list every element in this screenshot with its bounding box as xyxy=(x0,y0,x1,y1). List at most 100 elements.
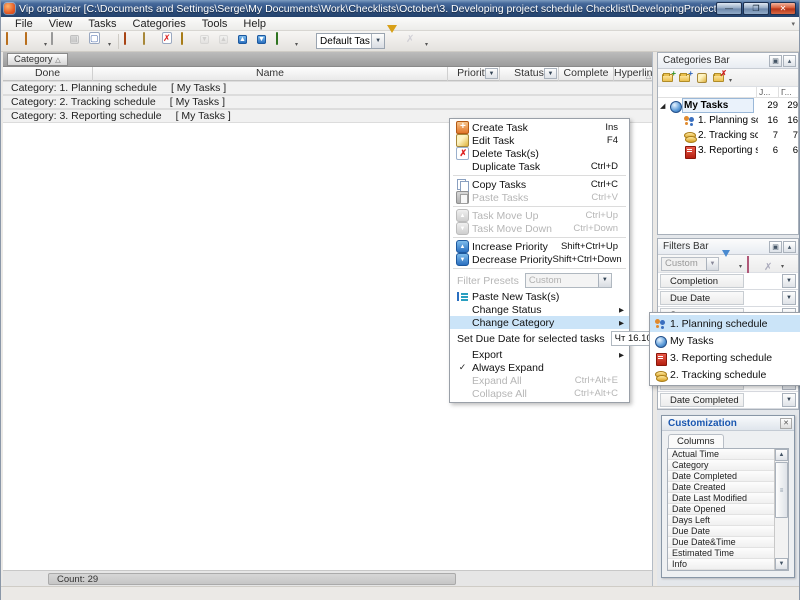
create-task-icon[interactable] xyxy=(124,33,141,50)
menu-item[interactable]: Tools xyxy=(194,17,236,31)
close-database-icon[interactable] xyxy=(51,33,68,50)
tab-columns[interactable]: Columns xyxy=(668,434,724,448)
context-menu-item[interactable]: ✓ Paste New Task(s) ▼ ▶ xyxy=(450,290,629,303)
submenu-item[interactable]: 1. Planning schedule xyxy=(650,315,800,332)
delete-filter-icon[interactable]: ✗ xyxy=(764,257,778,270)
panel-collapse-icon[interactable]: ▴ xyxy=(783,55,796,67)
context-menu-item[interactable]: ✓ Filter Presets Custom▼ ▶ xyxy=(450,271,629,290)
task-toolbar-overflow-icon[interactable]: ▾ xyxy=(295,41,298,48)
customization-close-icon[interactable]: ✕ xyxy=(780,418,792,429)
filter-value-dropdown-icon[interactable]: ▼ xyxy=(782,393,796,407)
open-database-dropdown-icon[interactable]: ▾ xyxy=(44,41,47,48)
submenu-item[interactable]: 2. Tracking schedule xyxy=(650,366,800,383)
category-tree-row[interactable]: ◢ My Tasks 29 29 xyxy=(658,98,798,113)
clear-filter-icon[interactable] xyxy=(747,257,761,270)
menubar-overflow-icon[interactable]: ▾ xyxy=(791,20,795,28)
context-menu-item[interactable]: ▲✓ Increase Priority ▼ Shift+Ctrl+Up ▶ xyxy=(450,240,629,253)
open-database-icon[interactable] xyxy=(25,33,42,50)
category-header-row[interactable]: Category: 2. Tracking schedule[ My Tasks… xyxy=(3,95,652,109)
context-menu-item[interactable]: ✓ Change Category ▼ ▶ xyxy=(450,316,629,329)
print-preview-icon[interactable]: ▢ xyxy=(89,33,106,50)
tree-expander-icon[interactable]: ◢ xyxy=(660,102,669,110)
apply-filter-icon[interactable] xyxy=(722,257,736,270)
categories-toolbar-overflow-icon[interactable]: ▾ xyxy=(729,77,732,84)
context-menu-item[interactable]: ✓ Export ▼ ▶ xyxy=(450,348,629,361)
menu-item[interactable]: Tasks xyxy=(80,17,124,31)
columns-scrollbar[interactable]: ▲ ≡ ▼ xyxy=(774,449,788,570)
context-menu-item[interactable]: ✓ Delete Task(s) ▼ ▶ xyxy=(450,147,629,160)
filters-toolbar-overflow-icon[interactable]: ▾ xyxy=(781,263,784,270)
menu-item[interactable]: Categories xyxy=(125,17,194,31)
column-list-item[interactable]: Due Date xyxy=(668,526,774,537)
column-list-item[interactable]: Info xyxy=(668,559,774,570)
restore-button[interactable]: ❐ xyxy=(743,2,769,15)
task-move-down-icon[interactable]: ▼ xyxy=(200,33,217,50)
close-button[interactable]: ✕ xyxy=(770,2,796,15)
context-menu-item[interactable]: ✓ Change Status ▼ ▶ xyxy=(450,303,629,316)
filters-preset-dropdown-icon[interactable]: ▼ xyxy=(706,258,718,270)
filters-preset-combo[interactable]: Custom▼ xyxy=(661,257,719,271)
context-menu-item[interactable]: ✓ Expand All ▼ Ctrl+Alt+E ▶ xyxy=(450,374,629,387)
column-header-hyperlink[interactable]: Hyperlink△ xyxy=(614,67,653,81)
column-header-status[interactable]: Status▼ xyxy=(500,67,559,81)
context-menu-item[interactable]: ✓ Always Expand ▼ ▶ xyxy=(450,361,629,374)
toolbar-overflow-icon[interactable]: ▾ xyxy=(108,41,111,48)
new-category-icon[interactable]: + xyxy=(661,71,675,84)
context-menu-item[interactable]: ▲✓ Task Move Up ▼ Ctrl+Up ▶ xyxy=(450,209,629,222)
minimize-button[interactable]: — xyxy=(716,2,742,15)
decrease-priority-icon[interactable]: ▼ xyxy=(257,33,274,50)
group-by-category-chip[interactable]: Category △ xyxy=(7,53,68,66)
filter-preset-dropdown-icon[interactable]: ▼ xyxy=(371,34,384,48)
scroll-down-icon[interactable]: ▼ xyxy=(775,558,788,570)
column-list-item[interactable]: Category xyxy=(668,460,774,471)
menu-combo[interactable]: Custom▼ xyxy=(525,273,612,288)
column-list-item[interactable]: Date Last Modified xyxy=(668,493,774,504)
edit-task-icon[interactable] xyxy=(143,33,160,50)
context-menu-item[interactable]: ✓ Copy Tasks ▼ Ctrl+C ▶ xyxy=(450,178,629,191)
column-header-priority[interactable]: Priority▼ xyxy=(448,67,500,81)
menu-item[interactable]: Help xyxy=(235,17,274,31)
filter-dropdown-icon[interactable]: ▾ xyxy=(739,263,742,270)
panel-menu-icon[interactable]: ▣ xyxy=(769,55,782,67)
filter-field-label[interactable]: Due Date xyxy=(660,291,744,305)
edit-preset-icon[interactable] xyxy=(387,33,404,50)
context-menu-item[interactable]: ✓ Set Due Date for selected tasks Чт 16.… xyxy=(450,329,629,348)
context-menu-item[interactable]: ▼✓ Task Move Down ▼ Ctrl+Down ▶ xyxy=(450,222,629,235)
context-menu-item[interactable]: ▼✓ Decrease Priority ▼ Shift+Ctrl+Down ▶ xyxy=(450,253,629,266)
filter-field-label[interactable]: Completion xyxy=(660,274,744,288)
menu-item[interactable]: File xyxy=(7,17,41,31)
column-list-item[interactable]: Estimated Time xyxy=(668,548,774,559)
preset-toolbar-overflow-icon[interactable]: ▾ xyxy=(425,41,428,48)
task-move-up-icon[interactable]: ▲ xyxy=(219,33,236,50)
submenu-item[interactable]: 3. Reporting schedule xyxy=(650,349,800,366)
scroll-up-icon[interactable]: ▲ xyxy=(775,449,788,461)
menu-combo-dropdown-icon[interactable]: ▼ xyxy=(598,274,611,287)
column-list-item[interactable]: Days Left xyxy=(668,515,774,526)
delete-category-icon[interactable]: ✗ xyxy=(712,71,726,84)
category-tree-row[interactable]: ◢ 3. Reporting schedule 6 6 xyxy=(658,143,798,158)
column-list-item[interactable]: Date Completed xyxy=(668,471,774,482)
category-header-row[interactable]: Category: 1. Planning schedule[ My Tasks… xyxy=(3,81,652,95)
increase-priority-icon[interactable]: ▲ xyxy=(238,33,255,50)
submenu-item[interactable]: My Tasks xyxy=(650,332,800,349)
delete-task-icon[interactable]: ✗ xyxy=(162,33,179,50)
column-header-done[interactable]: Done xyxy=(3,67,93,81)
column-list-item[interactable]: Date Opened xyxy=(668,504,774,515)
context-menu-item[interactable]: ✓ Create Task ▼ Ins ▶ xyxy=(450,121,629,134)
context-menu-item[interactable]: ✓ Collapse All ▼ Ctrl+Alt+C ▶ xyxy=(450,387,629,400)
context-menu-item[interactable]: ✓ Paste Tasks ▼ Ctrl+V ▶ xyxy=(450,191,629,204)
context-menu-item[interactable]: ✓ Duplicate Task ▼ Ctrl+D ▶ xyxy=(450,160,629,173)
filter-field-label[interactable]: Date Completed xyxy=(660,393,744,407)
edit-category-icon[interactable] xyxy=(695,71,709,84)
scrollbar-thumb[interactable]: ≡ xyxy=(775,462,788,518)
column-list-item[interactable]: Due Date&Time xyxy=(668,537,774,548)
column-header-name[interactable]: Name xyxy=(93,67,448,81)
column-list-item[interactable]: Date Created xyxy=(668,482,774,493)
context-menu-item[interactable]: ✓ Edit Task ▼ F4 ▶ xyxy=(450,134,629,147)
new-subcategory-icon[interactable]: + xyxy=(678,71,692,84)
filter-value-dropdown-icon[interactable]: ▼ xyxy=(782,291,796,305)
new-database-icon[interactable] xyxy=(6,33,23,50)
delete-preset-icon[interactable]: ✗ xyxy=(406,33,423,50)
print-icon[interactable]: ▤ xyxy=(70,33,87,50)
category-tree-row[interactable]: ◢ 2. Tracking schedule 7 7 xyxy=(658,128,798,143)
